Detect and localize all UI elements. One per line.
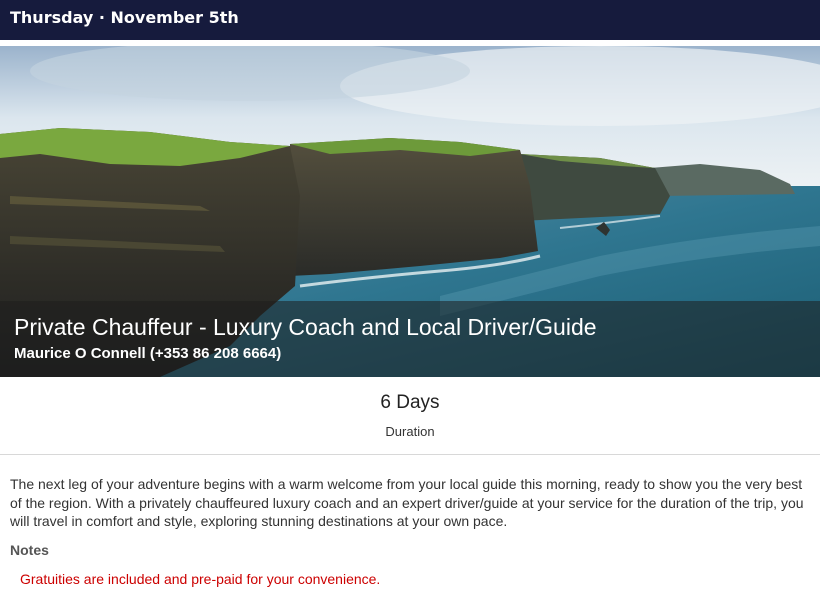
hero-subtitle: Maurice O Connell (+353 86 208 6664) xyxy=(14,345,282,362)
duration-summary: 6 Days Duration xyxy=(0,377,820,455)
notes-text: Gratuities are included and pre-paid for… xyxy=(20,571,381,587)
day-header-text: Thursday · November 5th xyxy=(10,8,239,27)
hero-title: Private Chauffeur - Luxury Coach and Loc… xyxy=(14,314,597,340)
duration-value: 6 Days xyxy=(380,392,440,413)
day-header: Thursday · November 5th xyxy=(0,0,820,40)
hero-image: Private Chauffeur - Luxury Coach and Loc… xyxy=(0,46,820,377)
description-text: The next leg of your adventure begins wi… xyxy=(10,476,804,529)
duration-label: Duration xyxy=(385,424,435,439)
notes-heading: Notes xyxy=(10,542,49,558)
